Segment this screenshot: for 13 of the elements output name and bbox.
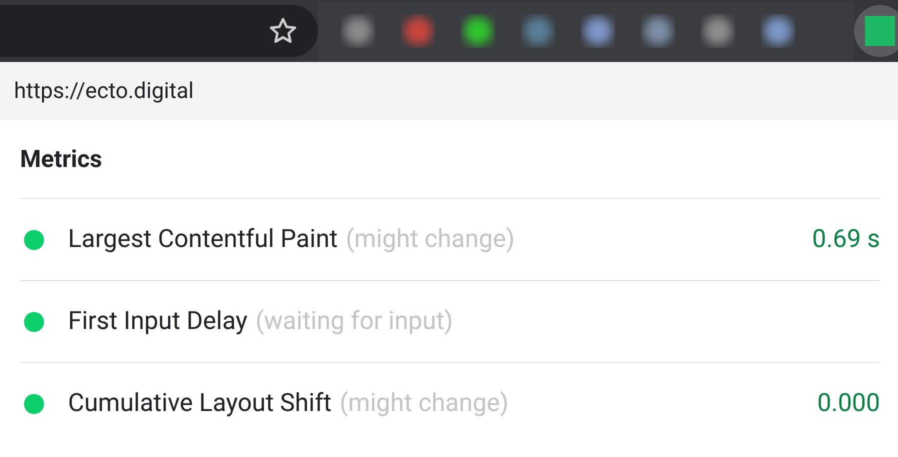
metric-note: (might change) <box>346 224 515 256</box>
metric-note: (waiting for input) <box>255 306 453 338</box>
page-url: https://ecto.digital <box>14 78 194 106</box>
metric-note: (might change) <box>340 388 509 420</box>
metric-name: Cumulative Layout Shift <box>68 388 332 420</box>
square-icon <box>865 16 895 46</box>
metric-name: First Input Delay <box>68 306 248 338</box>
section-title: Metrics <box>20 144 102 175</box>
metric-value: 0.69 s <box>812 224 880 256</box>
metric-name: Largest Contentful Paint <box>68 224 338 256</box>
extension-button[interactable] <box>854 5 898 57</box>
star-icon[interactable] <box>268 16 298 46</box>
metric-value: 0.000 <box>817 388 880 420</box>
